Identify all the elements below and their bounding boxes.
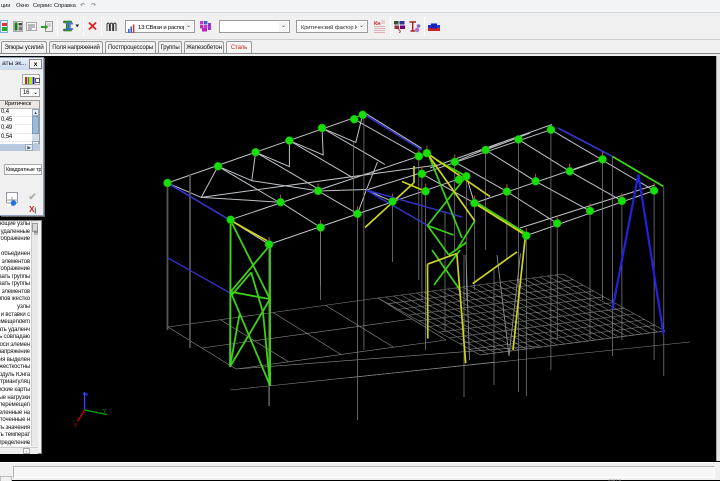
svg-text:z: z — [86, 392, 89, 398]
svg-text:Кн: Кн — [374, 21, 380, 27]
svg-text:X: X — [74, 423, 78, 429]
